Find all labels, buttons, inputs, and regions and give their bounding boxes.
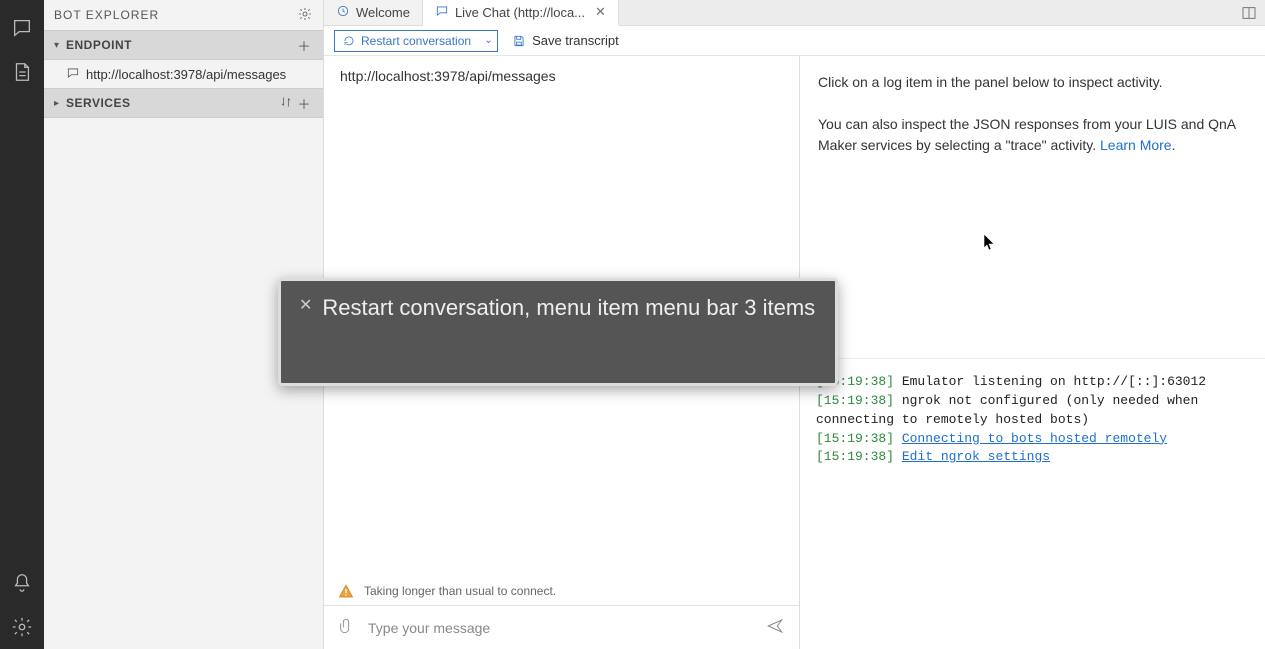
- bell-icon[interactable]: [8, 569, 36, 597]
- split-editor-icon[interactable]: [1241, 0, 1265, 25]
- chat-endpoint-url: http://localhost:3978/api/messages: [324, 56, 799, 96]
- log-line[interactable]: [15:19:38] Connecting to bots hosted rem…: [816, 430, 1249, 449]
- learn-more-link[interactable]: Learn More: [1100, 137, 1172, 153]
- add-service-icon[interactable]: ＋: [295, 94, 313, 113]
- restart-conversation-button[interactable]: Restart conversation: [335, 31, 479, 51]
- close-icon[interactable]: ✕: [299, 295, 312, 317]
- close-icon[interactable]: ✕: [595, 4, 606, 20]
- log-timestamp: [15:19:38]: [816, 449, 894, 464]
- restart-conversation-split-button: Restart conversation ⌄: [334, 30, 498, 52]
- tab-label: Welcome: [356, 5, 410, 20]
- activity-bar: [0, 0, 44, 649]
- chevron-right-icon: ▸: [54, 98, 66, 109]
- chevron-down-icon[interactable]: ⌄: [479, 35, 497, 46]
- log-line[interactable]: [15:19:38] Emulator listening on http://…: [816, 373, 1249, 392]
- warning-text: Taking longer than usual to connect.: [364, 584, 556, 598]
- panel-title: BOT EXPLORER: [54, 8, 159, 22]
- log-timestamp: [15:19:38]: [816, 393, 894, 408]
- panel-settings-icon[interactable]: [297, 6, 313, 25]
- log-link[interactable]: Edit ngrok settings: [902, 449, 1050, 464]
- log-line[interactable]: [15:19:38] ngrok not configured (only ne…: [816, 392, 1249, 430]
- button-label: Restart conversation: [361, 34, 471, 48]
- save-transcript-button[interactable]: Save transcript: [512, 33, 619, 48]
- chat-icon: [435, 4, 449, 21]
- chat-bubble-icon: [66, 66, 80, 83]
- conversation-toolbar: Restart conversation ⌄ Save transcript: [324, 26, 1265, 56]
- attachment-icon[interactable]: [338, 617, 354, 638]
- tab-label: Live Chat (http://loca...: [455, 5, 585, 20]
- home-icon: [336, 4, 350, 21]
- warning-icon: [338, 583, 354, 599]
- tab-bar: Welcome Live Chat (http://loca... ✕: [324, 0, 1265, 26]
- endpoint-section[interactable]: ▾ ENDPOINT ＋: [44, 30, 323, 60]
- log-timestamp: [15:19:38]: [816, 431, 894, 446]
- log-link[interactable]: Connecting to bots hosted remotely: [902, 431, 1167, 446]
- sort-icon[interactable]: [277, 95, 295, 112]
- chat-input-bar: [324, 605, 799, 649]
- chevron-down-icon: ▾: [54, 40, 66, 51]
- endpoint-url: http://localhost:3978/api/messages: [86, 67, 286, 82]
- inspector-panel: Click on a log item in the panel below t…: [800, 56, 1265, 649]
- endpoint-item[interactable]: http://localhost:3978/api/messages: [44, 60, 323, 88]
- section-label: SERVICES: [66, 96, 277, 110]
- message-input[interactable]: [368, 620, 751, 636]
- log-text: Emulator listening on http://[::]:63012: [902, 374, 1206, 389]
- inspector-hint-2: You can also inspect the JSON responses …: [818, 114, 1247, 156]
- tooltip-text: Restart conversation, menu item menu bar…: [322, 295, 815, 321]
- services-section[interactable]: ▸ SERVICES ＋: [44, 88, 323, 118]
- inspector-hint: Click on a log item in the panel below t…: [818, 72, 1247, 93]
- log-line[interactable]: [15:19:38] Edit ngrok settings: [816, 448, 1249, 467]
- tab-live-chat[interactable]: Live Chat (http://loca... ✕: [423, 0, 619, 26]
- add-endpoint-icon[interactable]: ＋: [295, 36, 313, 55]
- log-panel: [15:19:38] Emulator listening on http://…: [800, 359, 1265, 649]
- send-icon[interactable]: [765, 617, 785, 638]
- gear-icon[interactable]: [8, 613, 36, 641]
- connection-warning: Taking longer than usual to connect.: [324, 577, 799, 605]
- tab-welcome[interactable]: Welcome: [324, 0, 423, 25]
- document-icon[interactable]: [8, 58, 36, 86]
- button-label: Save transcript: [532, 33, 619, 48]
- section-label: ENDPOINT: [66, 38, 295, 52]
- accessibility-tooltip: ✕ Restart conversation, menu item menu b…: [278, 278, 838, 386]
- chat-icon[interactable]: [8, 14, 36, 42]
